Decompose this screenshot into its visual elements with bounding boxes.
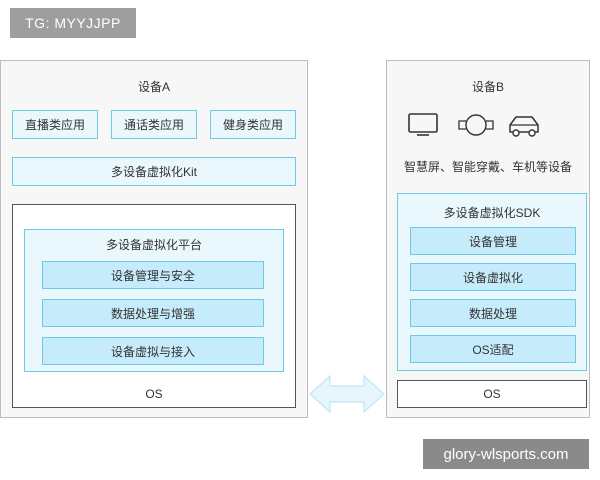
- double-arrow-icon: [309, 374, 385, 414]
- sdk-module-device-management: 设备管理: [410, 227, 576, 255]
- module-device-management-security: 设备管理与安全: [42, 261, 264, 289]
- module-data-processing: 数据处理与增强: [42, 299, 264, 327]
- device-a-os: OS: [145, 387, 163, 401]
- platform-title: 多设备虚拟化平台: [105, 238, 202, 252]
- sdk-module-device-virtualization: 设备虚拟化: [410, 263, 576, 291]
- tag-label: TG: MYYJJPP: [10, 8, 136, 38]
- sdk-module-data-processing: 数据处理: [410, 299, 576, 327]
- app-box-live: 直播类应用: [12, 110, 98, 139]
- sdk-module-os-adaptation: OS适配: [410, 335, 576, 363]
- device-b-os: OS: [397, 380, 587, 408]
- tv-icon: [408, 113, 438, 136]
- app-box-call: 通话类应用: [111, 110, 197, 139]
- sdk-title: 多设备虚拟化SDK: [443, 206, 541, 220]
- kit-box: 多设备虚拟化Kit: [12, 157, 296, 186]
- module-device-virtual-access: 设备虚拟与接入: [42, 337, 264, 365]
- car-icon: [509, 116, 539, 137]
- app-box-fitness: 健身类应用: [210, 110, 296, 139]
- device-b-caption: 智慧屏、智能穿戴、车机等设备: [403, 160, 572, 174]
- device-a-title: 设备A: [137, 80, 170, 94]
- watermark-label: glory-wlsports.com: [423, 439, 589, 469]
- watch-icon: [458, 114, 494, 136]
- device-b-title: 设备B: [471, 80, 504, 94]
